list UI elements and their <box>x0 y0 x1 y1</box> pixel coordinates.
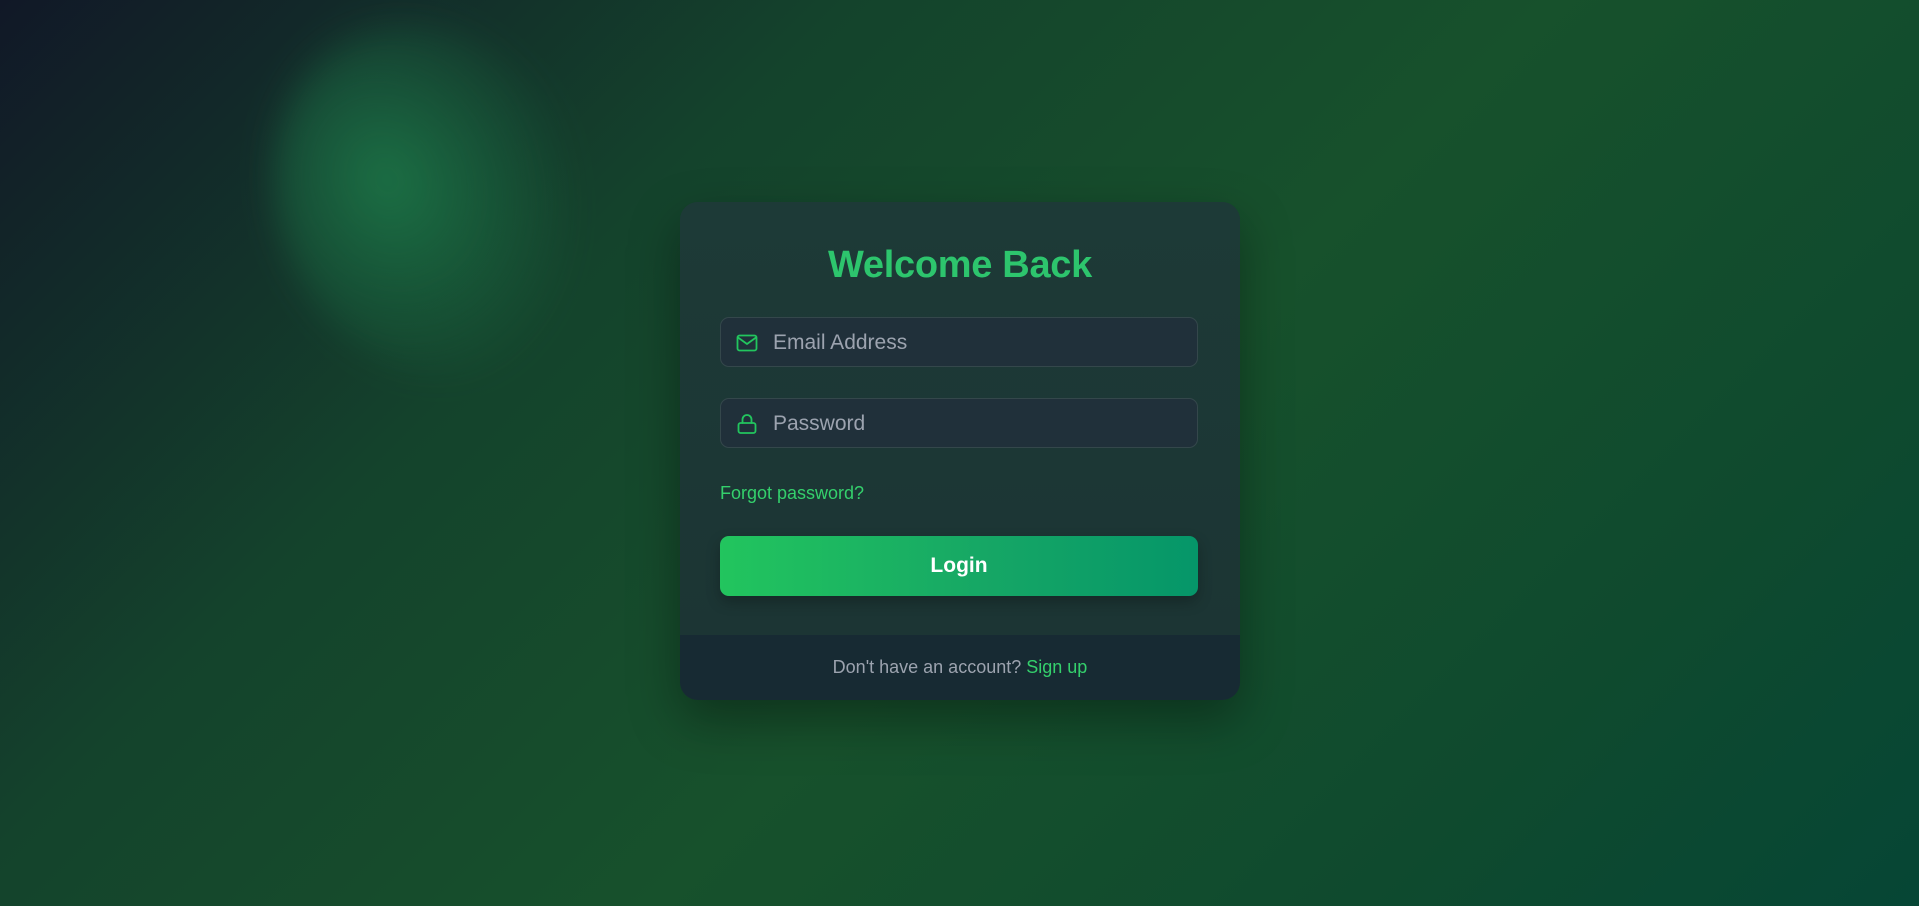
login-button[interactable]: Login <box>720 536 1198 596</box>
login-card: Welcome Back Forgot password? Login <box>680 202 1240 700</box>
login-card-body: Welcome Back Forgot password? Login <box>680 202 1240 635</box>
password-input[interactable] <box>771 399 1185 449</box>
page-title: Welcome Back <box>828 244 1092 286</box>
background-glow <box>215 0 645 428</box>
login-card-footer: Don't have an account? Sign up <box>680 635 1240 700</box>
signup-prompt: Don't have an account? <box>832 657 1027 677</box>
password-field[interactable] <box>720 398 1198 449</box>
email-input[interactable] <box>771 318 1185 368</box>
forgot-password-link[interactable]: Forgot password? <box>720 483 864 504</box>
signup-link[interactable]: Sign up <box>1026 657 1087 677</box>
email-field[interactable] <box>720 317 1198 368</box>
mail-icon <box>735 331 759 355</box>
lock-icon <box>735 412 759 436</box>
